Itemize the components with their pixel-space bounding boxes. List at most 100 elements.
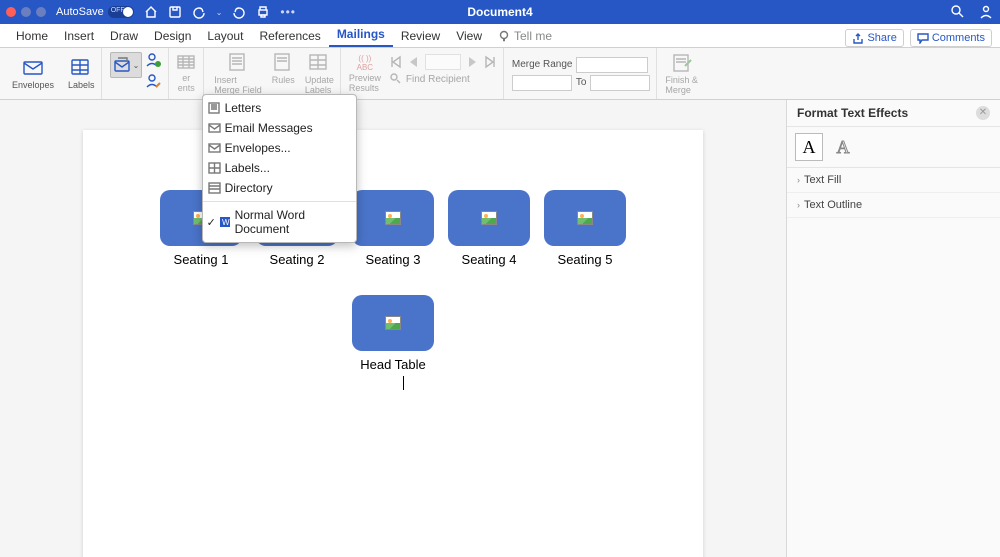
update-labels-button[interactable]: Update Labels (305, 52, 334, 95)
start-mail-merge-group: ⌄ Letters Email Messages Envelopes... La… (104, 48, 170, 99)
save-icon[interactable] (168, 5, 182, 19)
format-text-effects-panel: Format Text Effects ✕ A A ›Text Fill ›Te… (786, 100, 1000, 557)
redo-icon[interactable] (232, 5, 246, 19)
merge-from-input[interactable] (512, 75, 572, 91)
panel-title: Format Text Effects (797, 106, 908, 120)
label-icon (208, 162, 222, 174)
record-number-input[interactable] (425, 54, 461, 70)
ellipsis-icon[interactable]: ••• (280, 5, 296, 19)
preview-results-button[interactable]: (( )) ABC Preview Results (349, 54, 381, 93)
account-icon[interactable] (978, 4, 994, 20)
close-panel-button[interactable]: ✕ (976, 106, 990, 120)
check-icon: ✓ (207, 216, 216, 229)
text-effects-tab[interactable]: A (829, 133, 857, 161)
find-recipient-button[interactable]: Find Recipient (389, 72, 497, 86)
merge-range-group: Merge Range To (506, 48, 658, 99)
tab-design[interactable]: Design (146, 25, 199, 47)
envelope-icon (208, 142, 222, 154)
seating-card[interactable]: Seating 3 (352, 190, 434, 267)
title-bar: AutoSave OFF ⌄ ••• Document4 (0, 0, 1000, 24)
undo-dropdown-icon[interactable]: ⌄ (216, 8, 223, 17)
first-record-icon[interactable] (389, 55, 403, 69)
dropdown-item-normal-doc[interactable]: ✓ W Normal Word Document (203, 205, 356, 239)
quick-access-toolbar: ⌄ ••• (144, 5, 296, 19)
dropdown-item-email[interactable]: Email Messages (203, 118, 356, 138)
tab-layout[interactable]: Layout (199, 25, 251, 47)
seating-card[interactable]: Seating 5 (544, 190, 626, 267)
last-record-icon[interactable] (483, 55, 497, 69)
dropdown-item-envelopes[interactable]: Envelopes... (203, 138, 356, 158)
print-icon[interactable] (256, 5, 270, 19)
tab-home[interactable]: Home (8, 25, 56, 47)
start-mail-merge-button[interactable]: ⌄ (110, 52, 143, 78)
dropdown-item-letters[interactable]: Letters (203, 98, 356, 118)
picture-placeholder-icon (481, 211, 497, 225)
filter-recipients-button[interactable] (177, 55, 195, 73)
preview-group: (( )) ABC Preview Results Find Recipient (343, 48, 504, 99)
autosave-toggle[interactable]: OFF (108, 6, 134, 18)
picture-placeholder-icon (385, 316, 401, 330)
minimize-window-icon[interactable] (21, 7, 31, 17)
seating-card[interactable]: Seating 4 (448, 190, 530, 267)
merge-to-input[interactable] (590, 75, 650, 91)
picture-placeholder-icon (385, 211, 401, 225)
next-record-icon[interactable] (465, 55, 479, 69)
labels-button[interactable]: Labels (62, 48, 102, 99)
directory-icon (208, 182, 222, 194)
text-cursor (403, 376, 404, 390)
panel-header: Format Text Effects ✕ (787, 100, 1000, 127)
dropdown-item-labels[interactable]: Labels... (203, 158, 356, 178)
select-recipients-button[interactable] (144, 52, 162, 71)
tab-view[interactable]: View (448, 25, 490, 47)
zoom-window-icon[interactable] (36, 7, 46, 17)
finish-merge-button[interactable]: Finish & Merge (659, 48, 704, 99)
merge-to-label: To (576, 77, 587, 88)
rules-button[interactable]: Rules (272, 52, 295, 95)
picture-placeholder-icon (577, 211, 593, 225)
document-area[interactable]: Seating 1 Seating 2 Seating 3 Seating 4 … (0, 100, 786, 557)
text-fill-outline-tab[interactable]: A (795, 133, 823, 161)
document-page: Seating 1 Seating 2 Seating 3 Seating 4 … (83, 130, 703, 557)
tab-references[interactable]: References (251, 25, 328, 47)
tell-me[interactable]: Tell me (490, 25, 560, 47)
dropdown-item-directory[interactable]: Directory (203, 178, 356, 198)
ribbon-tabs: Home Insert Draw Design Layout Reference… (0, 24, 1000, 48)
write-insert-group: Insert Merge Field Rules Update Labels (203, 48, 341, 99)
start-mail-merge-dropdown: Letters Email Messages Envelopes... Labe… (202, 94, 357, 243)
text-outline-section[interactable]: ›Text Outline (787, 193, 1000, 218)
share-button[interactable]: Share (845, 29, 903, 47)
chevron-right-icon: › (797, 200, 800, 210)
comment-icon (917, 32, 929, 44)
search-icon[interactable] (950, 4, 966, 20)
dropdown-separator (203, 201, 356, 202)
close-window-icon[interactable] (6, 7, 16, 17)
text-fill-section[interactable]: ›Text Fill (787, 168, 1000, 193)
filter-recipients-group: er ents (171, 48, 201, 99)
tab-mailings[interactable]: Mailings (329, 23, 393, 47)
edit-recipient-list-button[interactable] (144, 73, 162, 92)
tab-draw[interactable]: Draw (102, 25, 146, 47)
tab-review[interactable]: Review (393, 25, 448, 47)
undo-icon[interactable] (192, 5, 206, 19)
merge-range-selector[interactable] (576, 57, 648, 73)
ribbon: Envelopes Labels ⌄ Letters Email Message… (0, 48, 1000, 100)
insert-merge-field-button[interactable]: Insert Merge Field (214, 52, 262, 95)
document-title: Document4 (467, 5, 532, 19)
prev-record-icon[interactable] (407, 55, 421, 69)
word-doc-icon: W (219, 216, 233, 228)
main-area: Seating 1 Seating 2 Seating 3 Seating 4 … (0, 100, 1000, 557)
autosave-label: AutoSave (56, 6, 104, 18)
chevron-right-icon: › (797, 175, 800, 185)
home-icon[interactable] (144, 5, 158, 19)
tab-insert[interactable]: Insert (56, 25, 102, 47)
email-icon (208, 122, 222, 134)
comments-button[interactable]: Comments (910, 29, 992, 47)
window-controls (6, 7, 46, 17)
merge-range-label: Merge Range (512, 59, 573, 70)
letter-icon (208, 102, 222, 114)
head-table-card[interactable]: Head Table (352, 295, 434, 372)
envelopes-button[interactable]: Envelopes (6, 48, 60, 99)
autosave-state: OFF (111, 7, 125, 14)
recipients-label-fragment: er ents (178, 73, 195, 93)
autosave-control[interactable]: AutoSave OFF (56, 6, 134, 18)
